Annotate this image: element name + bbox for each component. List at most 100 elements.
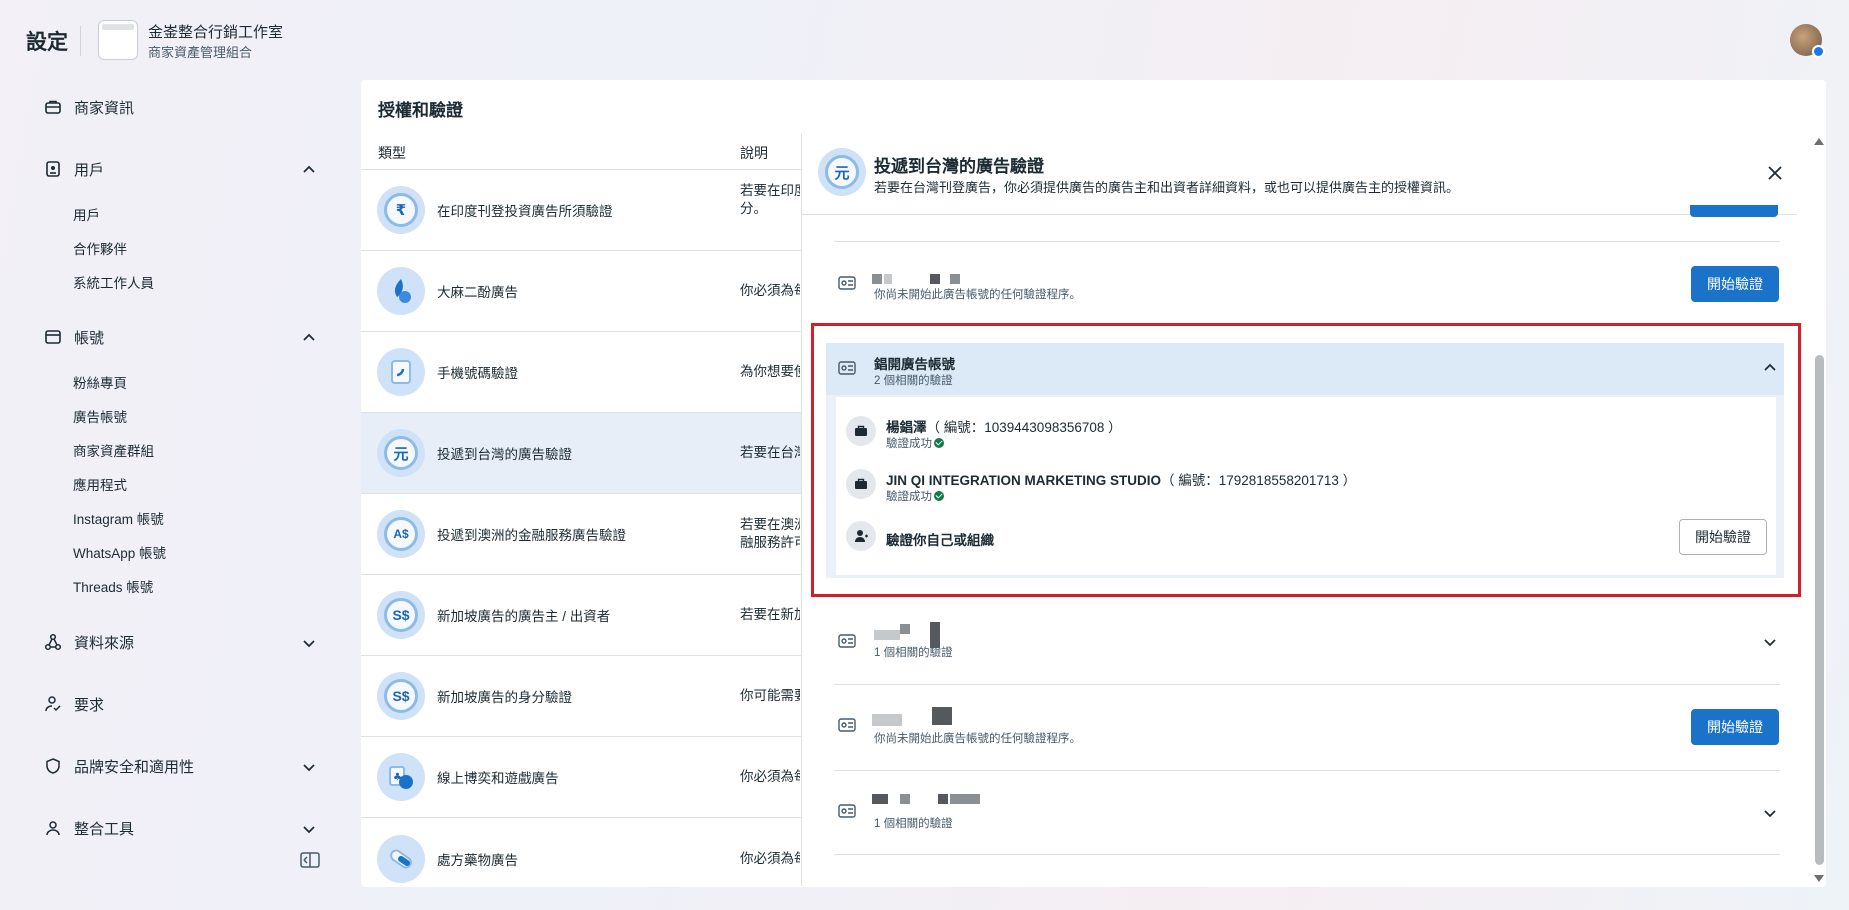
ad-account-icon [838, 718, 856, 732]
start-verification-button[interactable]: 開始驗證 [1679, 519, 1767, 555]
page-title: 設定 [26, 31, 68, 54]
list-item[interactable]: S$ 新加坡廣告的廣告主 / 出資者 若要在新加 [361, 575, 801, 656]
pill-icon [377, 834, 425, 883]
facebook-badge-icon [1812, 45, 1825, 58]
list-item-description: 為你想要使 [740, 364, 800, 379]
top-bar: 設定 金崟整合行銷工作室 商家資產管理組合 [0, 0, 1849, 80]
list-item[interactable]: A$ 投遞到澳洲的金融服務廣告驗證 若要在澳洲融服務許可 [361, 494, 801, 575]
start-verification-button[interactable]: 開始驗證 [1691, 266, 1779, 302]
cbd-leaf-icon [377, 267, 425, 315]
chevron-down-icon[interactable] [1762, 805, 1778, 821]
panel-title: 投遞到台灣的廣告驗證 [874, 157, 1044, 176]
list-item-label: 大麻二酚廣告 [437, 285, 518, 300]
divider [834, 770, 1780, 771]
divider [834, 684, 1780, 685]
close-icon[interactable] [1766, 164, 1784, 182]
sidebar-subitem-system-users[interactable]: 系統工作人員 [73, 272, 154, 292]
business-logo[interactable] [98, 20, 138, 60]
yuan-icon: 元 [818, 148, 866, 196]
sgd-icon: S$ [377, 591, 425, 639]
chevron-down-icon[interactable] [300, 820, 318, 836]
sidebar-item-users[interactable]: 用戶 [44, 155, 104, 183]
chevron-up-icon[interactable] [1762, 360, 1778, 376]
ad-account-icon [838, 361, 856, 375]
divider [801, 214, 1797, 215]
entity-name: 楊錩澤（ 編號：1039443098356708 ） [886, 420, 1122, 435]
list-item-label: 新加坡廣告的廣告主 / 出資者 [437, 609, 611, 624]
sidebar-subitem-threads[interactable]: Threads 帳號 [73, 576, 153, 596]
account-name: 錩開廣告帳號 [874, 357, 955, 372]
related-count: 1 個相關的驗證 [874, 647, 953, 659]
list-item[interactable]: 處方藥物廣告 你必須為每 [361, 818, 801, 899]
sidebar-item-business-info[interactable]: 商家資訊 [44, 93, 134, 121]
verification-status-text: 你尚未開始此廣告帳號的任何驗證程序。 [874, 289, 1081, 301]
phone-icon [377, 348, 425, 396]
list-item[interactable]: S$ 新加坡廣告的身分驗證 你可能需要 [361, 656, 801, 737]
list-item-label: 在印度刊登投資廣告所須驗證 [437, 204, 613, 219]
title-divider [80, 26, 81, 56]
list-item-description: 你必須為每 [740, 283, 800, 298]
sidebar-item-requests[interactable]: 要求 [44, 690, 104, 718]
chevron-down-icon[interactable] [300, 634, 318, 652]
sidebar-subitem-pages[interactable]: 粉絲專頁 [73, 372, 127, 392]
column-header-description: 說明 [740, 145, 768, 161]
sidebar-subitem-asset-groups[interactable]: 商家資產群組 [73, 440, 154, 460]
business-name[interactable]: 金崟整合行銷工作室 [148, 21, 283, 42]
chevron-down-icon[interactable] [300, 758, 318, 776]
avatar[interactable] [1790, 24, 1825, 58]
list-item[interactable]: 大麻二酚廣告 你必須為每 [361, 251, 801, 332]
sidebar-subitem-partners[interactable]: 合作夥伴 [73, 238, 127, 258]
list-item[interactable]: ₹ 在印度刊登投資廣告所須驗證 若要在印度分。 [361, 170, 801, 251]
scrollbar-thumb[interactable] [1815, 355, 1824, 865]
sidebar-subitem-ad-accounts[interactable]: 廣告帳號 [73, 406, 127, 426]
sidebar-item-label: 要求 [74, 696, 105, 714]
cards-icon: ♣ [377, 753, 425, 801]
chevron-down-icon[interactable] [1762, 634, 1778, 650]
check-circle-icon [934, 491, 944, 501]
collapse-sidebar-icon[interactable] [300, 852, 320, 868]
divider [834, 854, 1780, 855]
verify-self-label: 驗證你自己或組織 [886, 533, 994, 548]
expanded-account-header[interactable] [826, 343, 1784, 395]
sidebar-subitem-instagram[interactable]: Instagram 帳號 [73, 508, 164, 528]
user-check-icon [45, 696, 61, 712]
sidebar-item-label: 帳號 [74, 329, 105, 347]
ad-account-icon [838, 634, 856, 648]
business-entity-icon [846, 469, 876, 499]
divider [834, 241, 1780, 242]
verified-status: 驗證成功 [886, 488, 944, 504]
chevron-up-icon[interactable] [300, 329, 318, 347]
briefcase-icon [45, 100, 61, 114]
related-count: 1 個相關的驗證 [874, 818, 953, 830]
list-item-description: 若要在澳洲融服務許可 [740, 517, 800, 550]
list-item-label: 新加坡廣告的身分驗證 [437, 690, 572, 705]
list-item-label: 處方藥物廣告 [437, 852, 518, 868]
sidebar-subitem-apps[interactable]: 應用程式 [73, 474, 127, 494]
list-item[interactable]: 手機號碼驗證 為你想要使 [361, 332, 801, 413]
entity-name: JIN QI INTEGRATION MARKETING STUDIO（ 編號：… [886, 473, 1357, 488]
scroll-down-arrow-icon[interactable] [1814, 875, 1824, 882]
chevron-up-icon[interactable] [300, 161, 318, 179]
sidebar-item-integrations[interactable]: 整合工具 [44, 814, 134, 836]
ad-account-icon [838, 804, 856, 818]
scroll-up-arrow-icon[interactable] [1814, 138, 1824, 145]
list-item-description: 若要在印度分。 [740, 183, 800, 216]
list-item[interactable]: ♣ 線上博奕和遊戲廣告 你必須為每 [361, 737, 801, 818]
column-header-type: 類型 [378, 145, 406, 161]
list-item-label: 線上博奕和遊戲廣告 [437, 771, 559, 786]
sidebar-item-accounts[interactable]: 帳號 [44, 323, 104, 351]
related-count: 2 個相關的驗證 [874, 375, 953, 387]
sidebar-clip: 整合工具 [0, 814, 340, 836]
list-item-label: 投遞到台灣的廣告驗證 [437, 447, 572, 462]
check-circle-icon [934, 438, 944, 448]
list-item-selected[interactable]: 元 投遞到台灣的廣告驗證 若要在台灣 [361, 413, 801, 494]
sgd-icon: S$ [377, 672, 425, 720]
sidebar-item-brand-safety[interactable]: 品牌安全和適用性 [44, 752, 194, 780]
list-item-label: 手機號碼驗證 [437, 366, 518, 381]
sidebar-item-label: 品牌安全和適用性 [74, 758, 195, 776]
sidebar-item-data-sources[interactable]: 資料來源 [44, 628, 134, 656]
sidebar-subitem-users[interactable]: 用戶 [73, 204, 100, 224]
start-verification-button[interactable]: 開始驗證 [1691, 709, 1779, 745]
start-verification-button[interactable] [1690, 205, 1778, 217]
sidebar-subitem-whatsapp[interactable]: WhatsApp 帳號 [73, 542, 166, 562]
